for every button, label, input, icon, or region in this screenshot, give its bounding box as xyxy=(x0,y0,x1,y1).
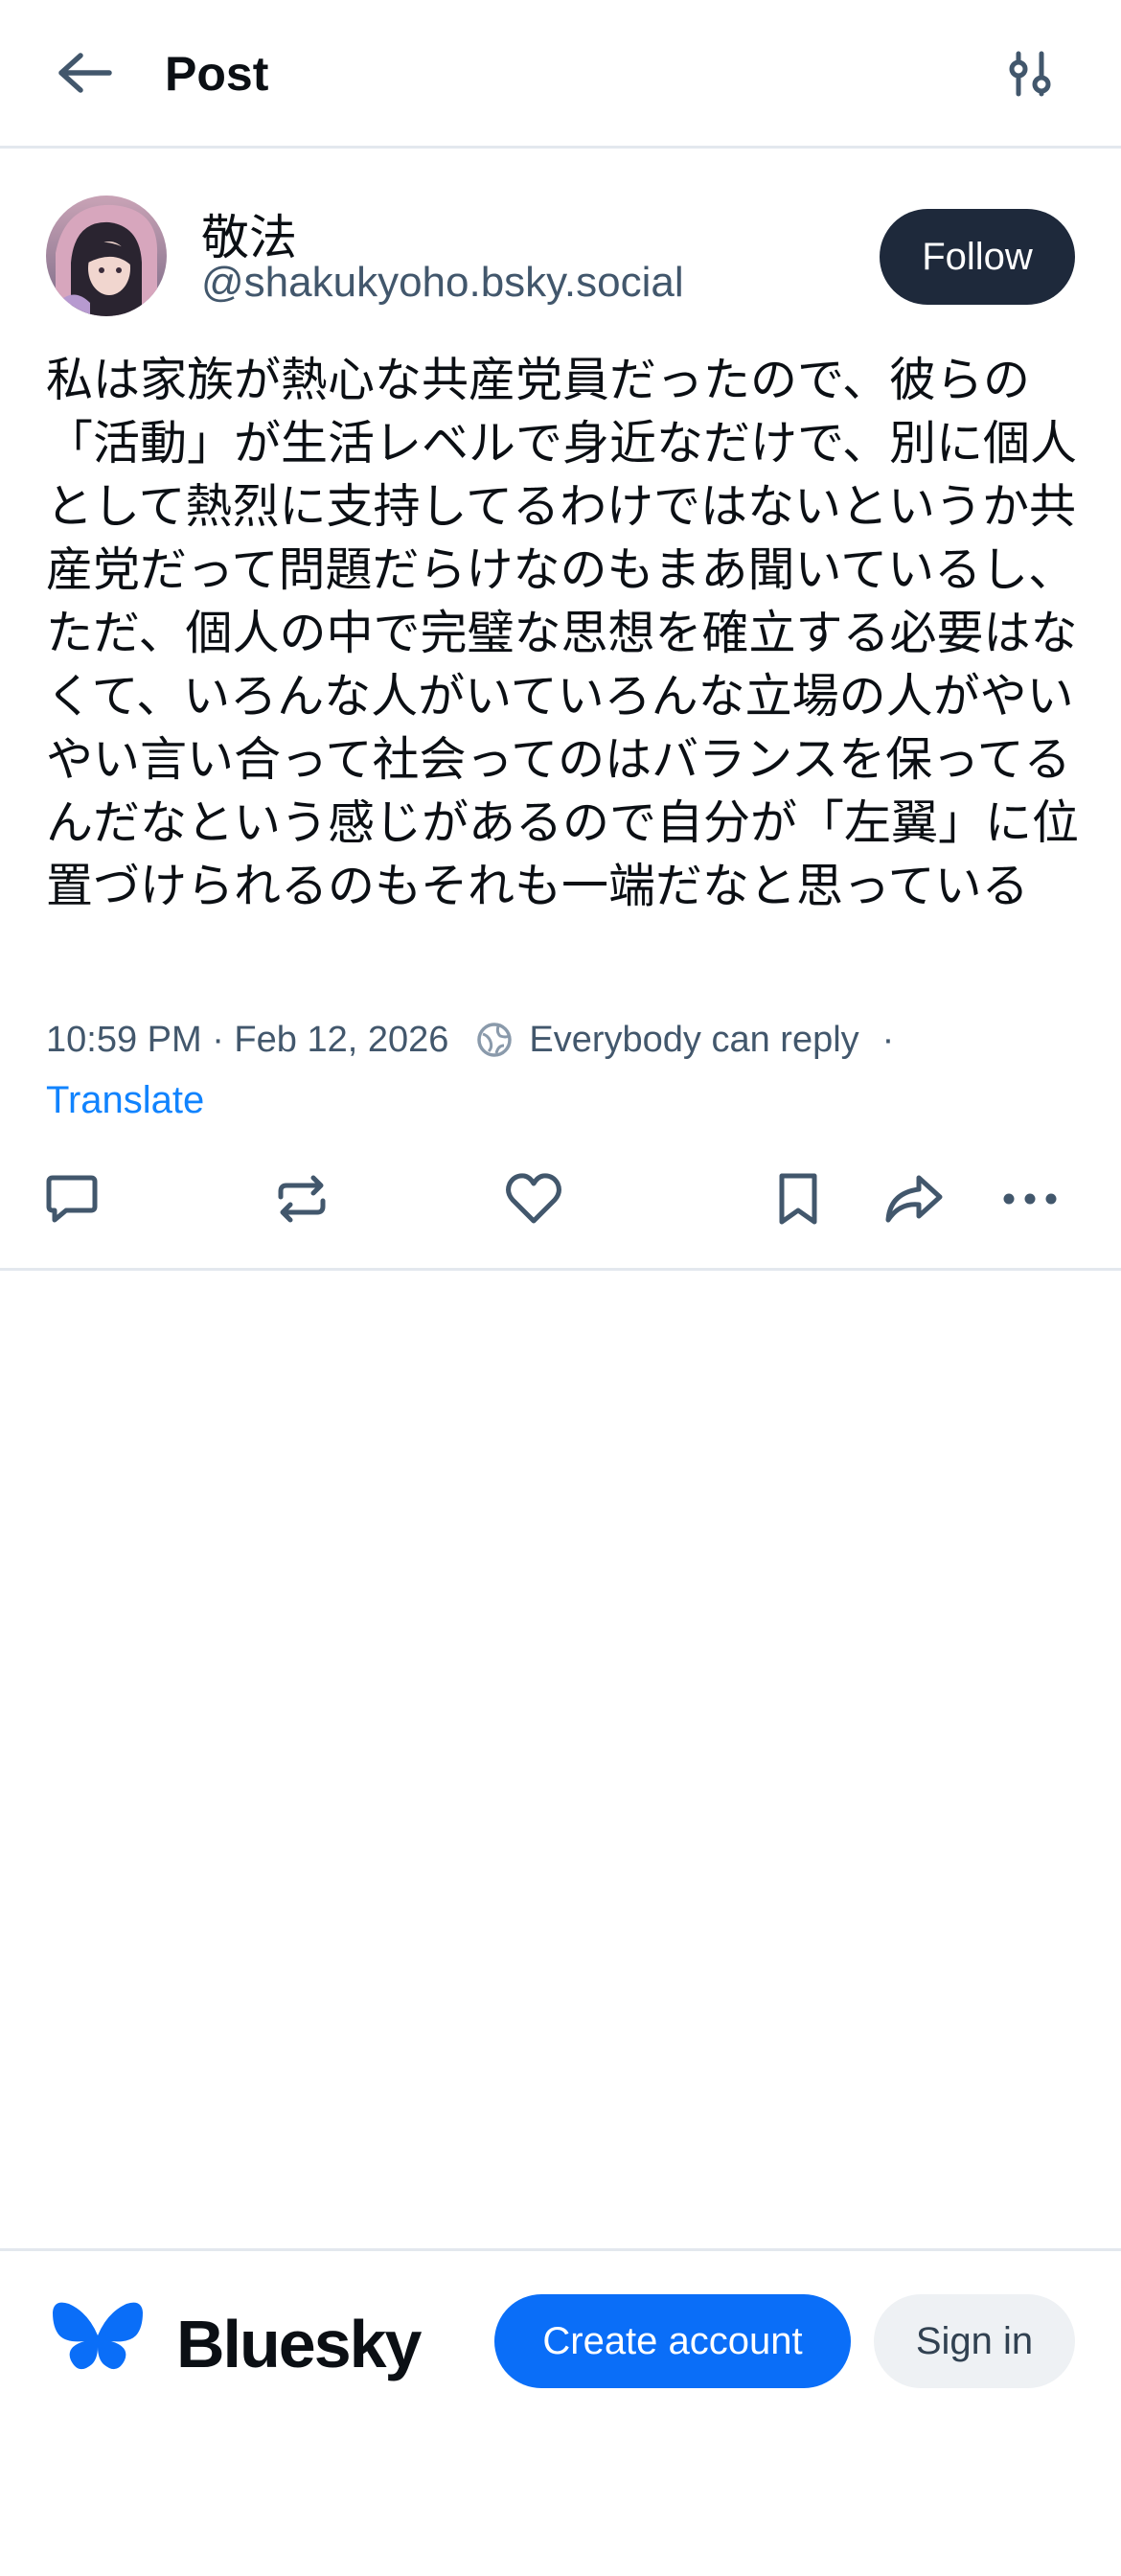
more-options-button[interactable] xyxy=(987,1158,1073,1244)
post-actions xyxy=(0,1158,1121,1244)
share-icon xyxy=(882,1172,944,1230)
sliders-icon xyxy=(1007,50,1053,103)
post-timestamp[interactable]: 10:59 PM · Feb 12, 2026 xyxy=(46,1020,448,1061)
back-button[interactable] xyxy=(50,43,119,106)
arrow-left-icon xyxy=(56,52,113,99)
logged-out-footer: Bluesky Create account Sign in xyxy=(0,2248,1121,2576)
follow-button[interactable]: Follow xyxy=(880,209,1075,305)
reply-setting-label[interactable]: Everybody can reply xyxy=(529,1020,858,1061)
create-account-button[interactable]: Create account xyxy=(494,2294,851,2388)
repost-icon xyxy=(273,1170,331,1232)
page-title: Post xyxy=(165,47,269,101)
post-text: 私は家族が熱心な共産党員だったので、彼らの「活動」が生活レベルで身近なだけで、別… xyxy=(46,353,1080,913)
reply-button[interactable] xyxy=(29,1158,115,1244)
like-button[interactable] xyxy=(491,1158,577,1244)
reply-icon xyxy=(43,1170,101,1232)
heart-icon xyxy=(504,1171,563,1231)
more-icon xyxy=(1001,1192,1059,1210)
post-meta: 10:59 PM · Feb 12, 2026 Everybody can re… xyxy=(46,1016,894,1064)
repost-button[interactable] xyxy=(259,1158,345,1244)
author-handle[interactable]: @shakukyoho.bsky.social xyxy=(201,259,684,307)
translate-link[interactable]: Translate xyxy=(46,1079,204,1122)
share-button[interactable] xyxy=(870,1158,956,1244)
globe-icon xyxy=(475,1021,514,1059)
bluesky-logo[interactable]: Bluesky xyxy=(50,2299,422,2388)
avatar[interactable] xyxy=(46,196,167,316)
bookmark-icon xyxy=(774,1170,822,1232)
meta-separator: · xyxy=(881,1019,895,1060)
top-bar: Post xyxy=(0,0,1121,149)
brand-name: Bluesky xyxy=(176,2306,422,2381)
sign-in-button[interactable]: Sign in xyxy=(874,2294,1075,2388)
bookmark-button[interactable] xyxy=(755,1158,841,1244)
butterfly-icon xyxy=(50,2299,146,2388)
post-thread-item: 敬法 @shakukyoho.bsky.social Follow 私は家族が熱… xyxy=(0,151,1121,1271)
thread-settings-button[interactable] xyxy=(996,46,1064,105)
